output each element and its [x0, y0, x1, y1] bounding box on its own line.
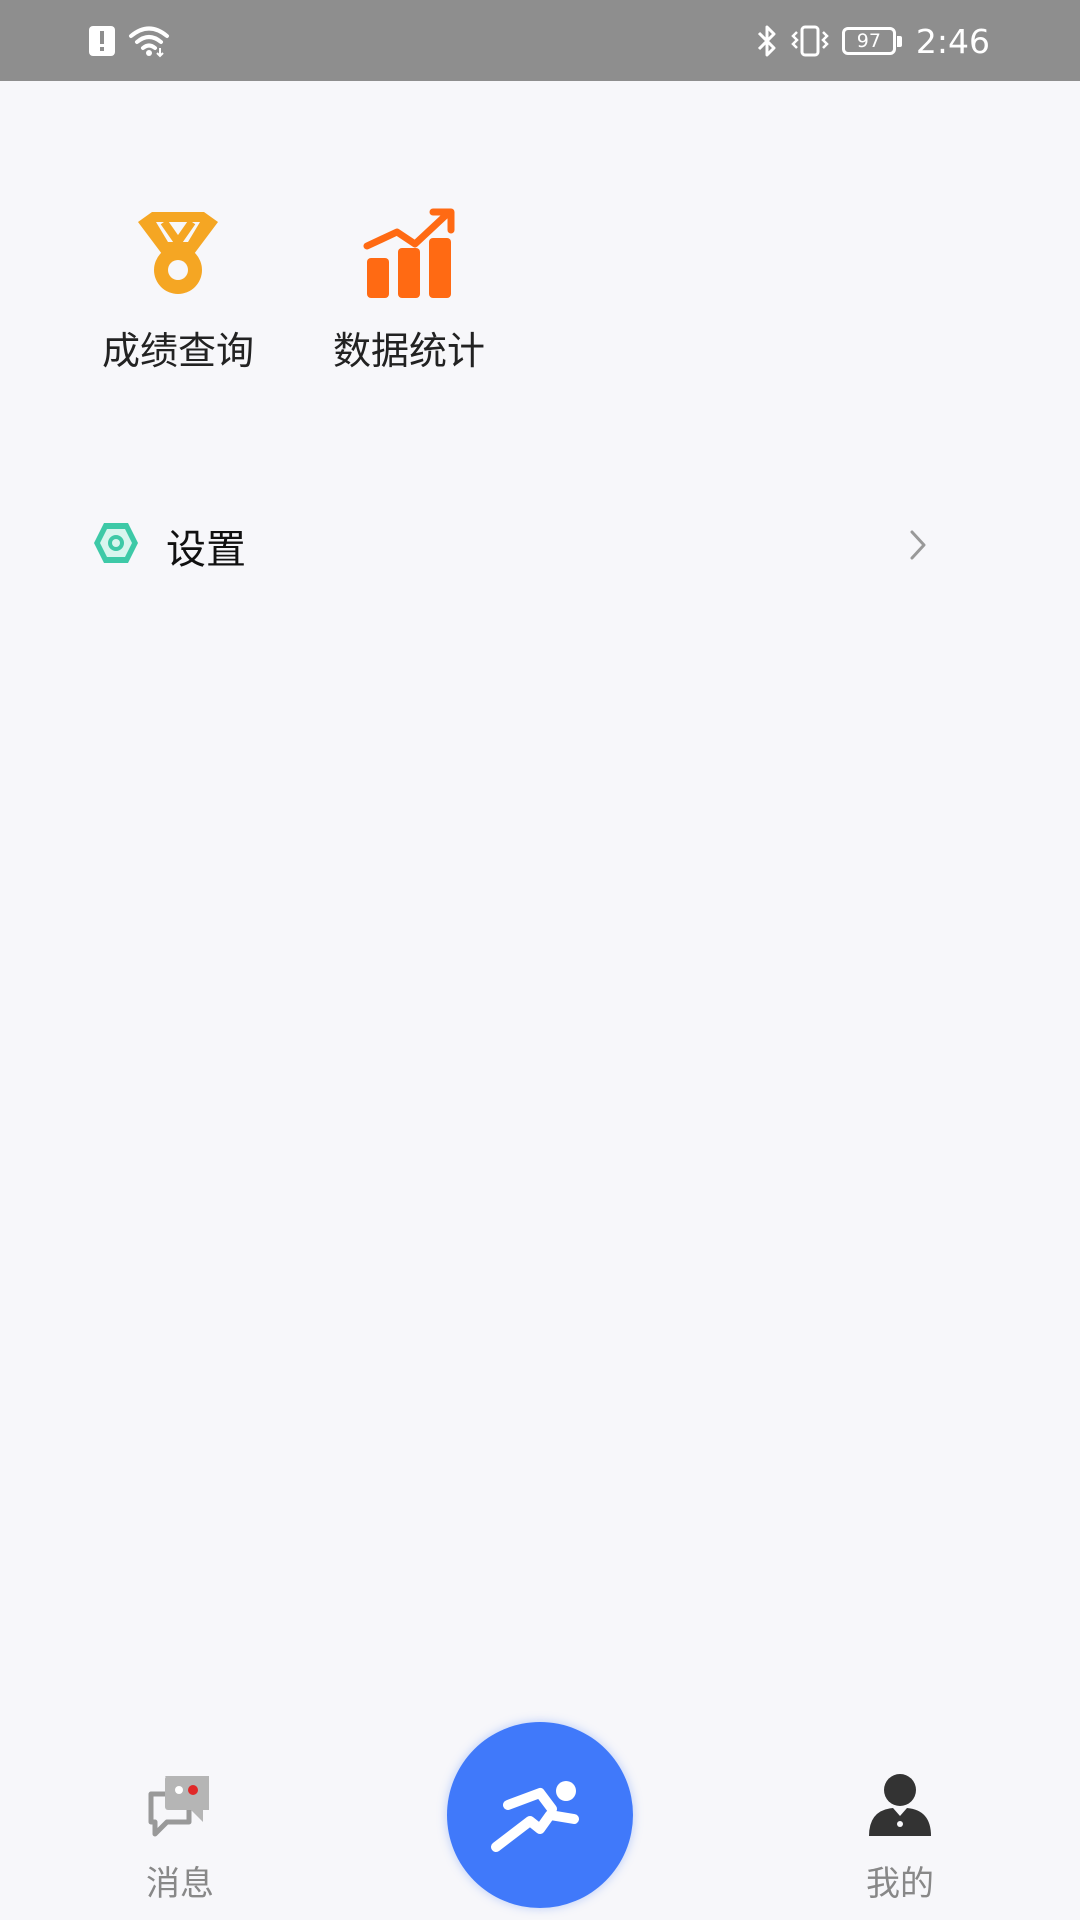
bar-chart-trend-icon	[363, 208, 455, 298]
settings-row[interactable]: 设置	[0, 505, 1080, 585]
shortcut-data-statistics[interactable]: 数据统计	[324, 200, 494, 375]
chat-bubbles-icon	[148, 1776, 209, 1837]
user-silhouette-icon	[869, 1774, 931, 1836]
tab-messages-label: 消息	[146, 1864, 214, 1904]
shortcut-label: 成绩查询	[101, 329, 254, 373]
tab-messages[interactable]: 消息	[100, 1770, 260, 1905]
hexagon-gear-icon	[94, 523, 138, 563]
status-right: 97 2:46	[756, 20, 990, 62]
tab-profile[interactable]: 我的	[820, 1770, 980, 1905]
chevron-right-icon	[910, 530, 926, 560]
status-bar: 97 2:46	[0, 0, 1080, 81]
running-man-icon	[491, 1781, 579, 1852]
bluetooth-icon	[757, 25, 776, 57]
status-left	[88, 20, 170, 62]
battery-level: 97	[856, 29, 881, 52]
tab-profile-label: 我的	[866, 1864, 934, 1904]
wifi-icon	[129, 26, 169, 58]
start-run-button[interactable]	[447, 1722, 633, 1908]
alert-icon	[89, 26, 115, 56]
medal-icon	[138, 212, 218, 294]
shortcut-score-query[interactable]: 成绩查询	[93, 200, 263, 375]
vibrate-icon	[791, 25, 829, 57]
settings-label: 设置	[166, 527, 246, 573]
shortcut-label: 数据统计	[332, 329, 485, 373]
battery-icon: 97	[841, 27, 902, 55]
status-time: 2:46	[915, 21, 990, 61]
